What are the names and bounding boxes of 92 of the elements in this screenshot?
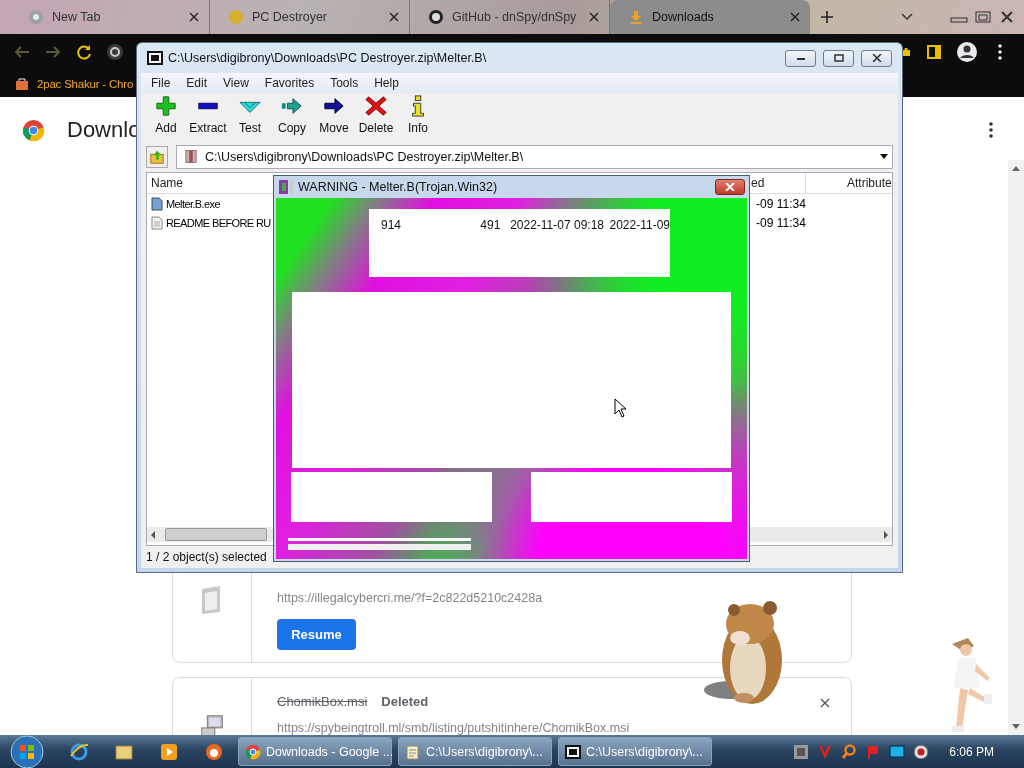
close-icon[interactable] [389, 12, 399, 22]
download-url[interactable]: https://illegalcybercri.me/?f=2c822d5210c2428a [277, 591, 543, 605]
column-header[interactable]: ed [751, 176, 765, 190]
resume-button[interactable]: Resume [277, 619, 356, 650]
close-icon[interactable] [589, 12, 599, 22]
globe-icon [228, 9, 244, 25]
table-cell-text: -09 11:34 [755, 196, 807, 211]
close-button[interactable] [861, 49, 892, 67]
tray-icon[interactable] [793, 743, 810, 760]
site-info-icon[interactable] [106, 43, 124, 61]
minimize-button[interactable] [785, 49, 816, 67]
scroll-right-icon[interactable] [882, 529, 890, 540]
toolbar-button[interactable]: Delete [355, 95, 397, 141]
close-button[interactable] [715, 179, 745, 195]
scroll-left-icon[interactable] [149, 529, 157, 540]
app-icon [565, 743, 581, 760]
avatar-icon[interactable] [956, 41, 978, 63]
globe-icon [28, 9, 44, 25]
bag-icon [14, 75, 30, 92]
executable-icon [151, 196, 163, 211]
start-button[interactable] [10, 734, 44, 768]
folder-up-icon [149, 148, 165, 165]
restore-icon[interactable] [973, 10, 993, 24]
plus-icon [155, 95, 177, 117]
reload-icon[interactable] [75, 43, 93, 61]
clock: 6:06 PM [949, 744, 994, 759]
close-icon [871, 54, 882, 62]
download-icon [628, 9, 644, 25]
magnifier-icon[interactable] [841, 743, 858, 760]
table-cell-text: -09 11:34 [755, 215, 807, 230]
file-name[interactable]: ChomikBox.msi [277, 694, 368, 709]
scroll-thumb[interactable] [165, 528, 267, 541]
app-icon [147, 51, 163, 65]
toolbar-button[interactable]: Copy [271, 95, 313, 141]
window-title: C:\Users\digibrony\Downloads\PC Destroyer.zip\Melter.B\ [168, 51, 487, 65]
table-cell: 2022-11-09 [609, 218, 670, 232]
taskbar-button[interactable]: C:\Users\digibrony\... [398, 737, 552, 766]
plus-icon[interactable] [820, 10, 834, 24]
address-field[interactable]: C:\Users\digibrony\Downloads\PC Destroyer.zip\Melter.B\ [176, 144, 893, 169]
toolbar-button[interactable]: Test [229, 95, 271, 141]
download-url[interactable]: https://spybeingtroll.ml/smb/listing/putshitinhere/ChomikBox.msi [277, 721, 630, 735]
file-name[interactable]: Melter.B.exe [166, 197, 220, 210]
side-panel-icon[interactable] [925, 43, 943, 61]
table-cell-text: 491 [480, 218, 502, 232]
taskbar-button[interactable]: Downloads - Google ... [238, 737, 392, 766]
menu-item[interactable]: Tools [330, 76, 359, 90]
bookmark[interactable]: 2pac Shakur - Chro [14, 75, 134, 92]
chevron-icon[interactable] [901, 13, 913, 21]
menu-item[interactable]: Help [374, 76, 399, 90]
browser-icon[interactable] [69, 741, 89, 762]
maximize-icon [833, 54, 844, 62]
toolbar-button[interactable]: Move [313, 95, 355, 141]
menu-item[interactable]: Edit [186, 76, 208, 90]
table-cell-text: 2022-11-07 09:18 [510, 218, 605, 232]
taskbar-button[interactable]: C:\Users\digibrony\... [558, 737, 712, 766]
scroll-up-icon[interactable] [1011, 164, 1021, 172]
close-icon[interactable] [189, 12, 199, 22]
dropdown-icon[interactable] [880, 154, 888, 159]
chrome-logo-icon [22, 118, 45, 142]
media-player-icon[interactable] [159, 741, 179, 762]
arrow-icon [281, 95, 303, 117]
close-icon [725, 183, 735, 191]
toolbar-button[interactable]: Info [397, 95, 439, 141]
chrome-logo-icon [245, 743, 261, 760]
app-icon [279, 180, 293, 194]
monitor-icon[interactable] [889, 743, 906, 760]
arrow-icon [323, 95, 345, 117]
scroll-down-icon[interactable] [1011, 723, 1021, 731]
download-status: Deleted [381, 694, 429, 709]
scrollbar[interactable] [1008, 160, 1024, 735]
maximize-button[interactable] [823, 49, 854, 67]
speaker-icon[interactable] [913, 743, 930, 760]
menu-item[interactable]: Favorites [264, 76, 315, 90]
menu-item[interactable]: File [151, 76, 171, 90]
column-header[interactable]: Attribute [847, 176, 892, 190]
table-cell-text: 914 [381, 218, 403, 232]
menu-item[interactable]: View [223, 76, 249, 90]
close-icon[interactable] [820, 698, 830, 708]
delete-icon [365, 95, 387, 117]
toolbar-button[interactable]: Extract [187, 95, 229, 141]
window-title: WARNING - Melter.B(Trojan.Win32) [298, 180, 498, 194]
notepad-icon [405, 743, 421, 760]
toolbar-button[interactable]: Add [145, 95, 187, 141]
archive-icon [185, 149, 197, 164]
menu-icon[interactable] [988, 121, 994, 139]
file-name[interactable]: README BEFORE RU [166, 216, 271, 229]
status-text: 1 / 2 object(s) selected [146, 550, 267, 564]
close-icon[interactable] [790, 12, 800, 22]
column-header[interactable]: Name [151, 176, 183, 190]
cursor-icon [614, 398, 628, 418]
browser-tab[interactable]: Downloads [610, 0, 810, 34]
document-icon [151, 215, 163, 230]
